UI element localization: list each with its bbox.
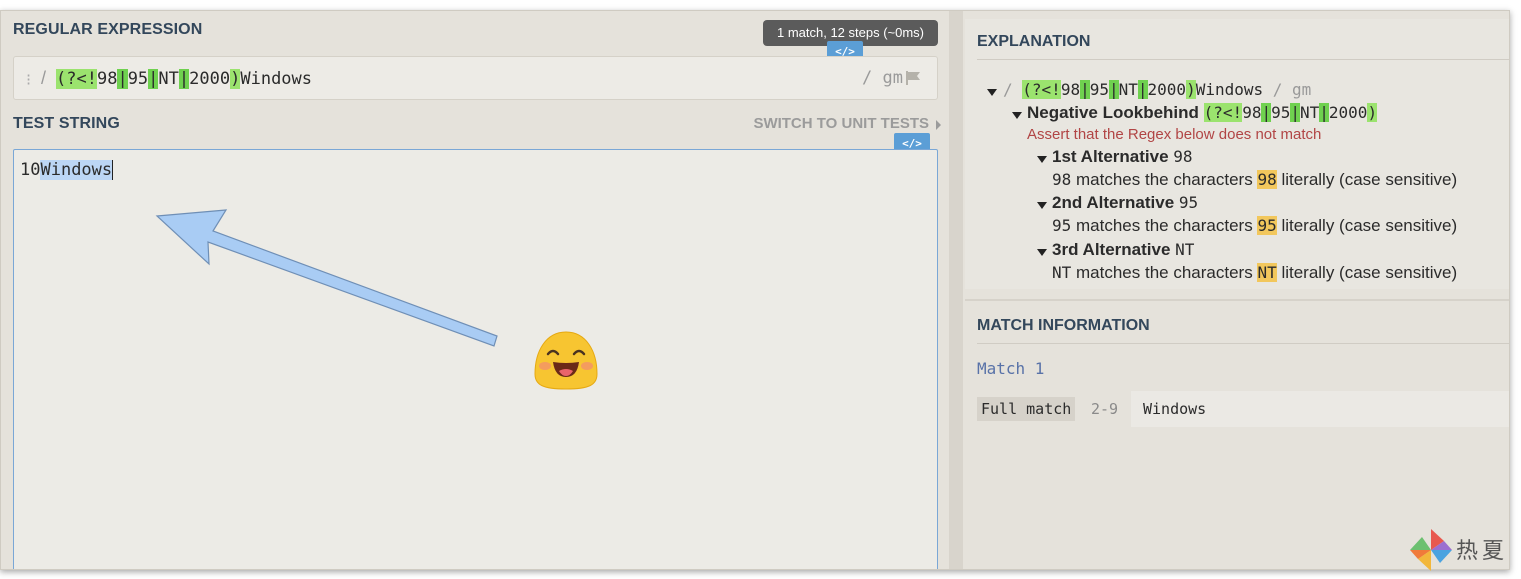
alternative-3-label: 3rd Alternative <box>1052 240 1171 259</box>
regex-token-literal: Windows <box>240 69 313 89</box>
alternative-3-token: NT <box>1175 240 1195 259</box>
full-match-range: 2-9 <box>1091 400 1119 418</box>
lb-token-alternation: | <box>1290 103 1300 122</box>
lb-token-group-open: (?<! <box>1203 103 1243 122</box>
lb-token-literal: 95 <box>1271 103 1291 122</box>
regex101-app: REGULAR EXPRESSION 1 match, 12 steps (~0… <box>0 10 1510 570</box>
alternative-2-desc: 95 matches the characters 95 literally (… <box>1052 216 1457 236</box>
alternative-1-header: 1st Alternative 98 <box>1052 147 1193 167</box>
lb-token-group-close: ) <box>1367 103 1378 122</box>
regex-token-literal: NT <box>158 69 179 89</box>
watermark-text: 热夏 <box>1456 539 1509 564</box>
pinwheel-logo-icon <box>1410 529 1452 571</box>
alternative-3-desc-text: matches the characters <box>1076 263 1253 282</box>
test-string-title: TEST STRING <box>13 115 120 132</box>
alternative-2-label: 2nd Alternative <box>1052 193 1175 212</box>
regex-token-literal: 98 <box>96 69 118 89</box>
switch-to-unit-tests-link[interactable]: SWITCH TO UNIT TESTS <box>753 115 929 132</box>
alternative-1-label: 1st Alternative <box>1052 147 1169 166</box>
explanation-panel: EXPLANATION / (?<!98|95|NT|2000)Windows … <box>965 19 1509 289</box>
explanation-title: EXPLANATION <box>977 33 1091 50</box>
regex-token-group-close: ) <box>230 69 241 89</box>
full-match-label: Full match <box>977 397 1076 421</box>
alternative-3-desc-highlight: NT <box>1257 263 1277 282</box>
regex-token-alternation: | <box>117 69 128 89</box>
grinning-emoji-icon <box>534 331 598 390</box>
panel-divider[interactable] <box>949 11 963 569</box>
regex-input[interactable]: ⁝ / (?<!98|95|NT|2000)Windows / gm <box>13 56 938 100</box>
alternative-2-desc-token: 95 <box>1052 216 1072 235</box>
section-separator <box>965 299 1509 301</box>
alternative-2-token: 95 <box>1178 193 1199 212</box>
tree-toggle-icon[interactable] <box>987 89 997 96</box>
lb-token-literal: 98 <box>1242 103 1262 122</box>
full-match-value: Windows <box>1131 391 1509 427</box>
alternative-1-desc-token: 98 <box>1052 170 1072 189</box>
lb-token-literal: NT <box>1300 103 1320 122</box>
match-information-title: MATCH INFORMATION <box>977 317 1150 334</box>
root-token-literal: Windows <box>1195 80 1264 99</box>
tree-toggle-icon[interactable] <box>1037 249 1047 256</box>
regex-token-group-open: (?<! <box>56 69 97 89</box>
alternative-1-desc-tail: literally (case sensitive) <box>1281 170 1458 189</box>
regex-flags-button[interactable]: / gm <box>862 68 903 88</box>
annotation-arrow-icon <box>155 209 498 347</box>
root-token-alternation: | <box>1137 80 1148 99</box>
alternative-3-desc-tail: literally (case sensitive) <box>1281 263 1458 282</box>
alternative-1-token: 98 <box>1173 147 1193 166</box>
alternative-1-desc: 98 matches the characters 98 literally (… <box>1052 170 1457 190</box>
caret-right-icon <box>936 120 941 130</box>
test-text-unmatched: 10 <box>20 160 41 180</box>
root-delimiter-open: / <box>1003 80 1013 99</box>
alternative-2-desc-tail: literally (case sensitive) <box>1281 216 1458 235</box>
lookbehind-pattern: (?<!98|95|NT|2000) <box>1203 103 1378 122</box>
regex-token-alternation: | <box>178 69 190 89</box>
lb-token-alternation: | <box>1319 103 1329 122</box>
drag-handle-icon[interactable]: ⁝ <box>26 70 31 90</box>
root-flags: / gm <box>1272 80 1312 99</box>
regex-section-title: REGULAR EXPRESSION <box>13 21 203 38</box>
editor-panel: REGULAR EXPRESSION 1 match, 12 steps (~0… <box>1 11 949 569</box>
lookbehind-row: Negative Lookbehind (?<!98|95|NT|2000) <box>1027 103 1378 123</box>
regex-token-alternation: | <box>148 69 159 89</box>
regex-pattern[interactable]: (?<!98|95|NT|2000)Windows <box>56 69 312 89</box>
alternative-3-desc-token: NT <box>1052 263 1072 282</box>
root-token-alternation: | <box>1080 80 1090 99</box>
regex-token-literal: 2000 <box>189 69 231 89</box>
text-cursor <box>112 160 114 180</box>
tree-toggle-icon[interactable] <box>1012 112 1022 119</box>
test-string-text[interactable]: 10Windows <box>20 160 114 180</box>
match-1-label[interactable]: Match 1 <box>977 359 1044 378</box>
explanation-root-row: / (?<!98|95|NT|2000)Windows / gm <box>1003 80 1311 99</box>
alternative-2-desc-text: matches the characters <box>1076 216 1253 235</box>
sidebar-panel: EXPLANATION / (?<!98|95|NT|2000)Windows … <box>963 11 1509 569</box>
regex-delimiter-open: / <box>41 68 47 88</box>
root-token-literal: 95 <box>1089 80 1109 99</box>
tree-toggle-icon[interactable] <box>1037 202 1047 209</box>
root-token-literal: 98 <box>1060 80 1081 99</box>
lb-token-alternation: | <box>1261 103 1272 122</box>
alternative-2-desc-highlight: 95 <box>1257 216 1277 235</box>
assert-note: Assert that the Regex below does not mat… <box>1027 126 1322 143</box>
explanation-divider <box>977 59 1509 60</box>
root-token-literal: 2000 <box>1147 80 1187 99</box>
lb-token-literal: 2000 <box>1328 103 1368 122</box>
tree-toggle-icon[interactable] <box>1037 156 1047 163</box>
alternative-1-desc-text: matches the characters <box>1076 170 1253 189</box>
root-token-group-close: ) <box>1186 80 1196 99</box>
alternative-3-desc: NT matches the characters NT literally (… <box>1052 263 1457 283</box>
alternative-2-header: 2nd Alternative 95 <box>1052 193 1198 213</box>
alternative-3-header: 3rd Alternative NT <box>1052 240 1194 260</box>
lookbehind-label: Negative Lookbehind <box>1027 103 1199 122</box>
regex-token-literal: 95 <box>127 69 149 89</box>
root-token-literal: NT <box>1118 80 1138 99</box>
match-information-divider <box>977 343 1509 344</box>
test-text-match-highlight: Windows <box>40 160 113 180</box>
alternative-1-desc-highlight: 98 <box>1257 170 1277 189</box>
root-token-alternation: | <box>1108 80 1119 99</box>
flag-icon[interactable] <box>905 70 923 86</box>
root-token-group-open: (?<! <box>1022 80 1061 99</box>
